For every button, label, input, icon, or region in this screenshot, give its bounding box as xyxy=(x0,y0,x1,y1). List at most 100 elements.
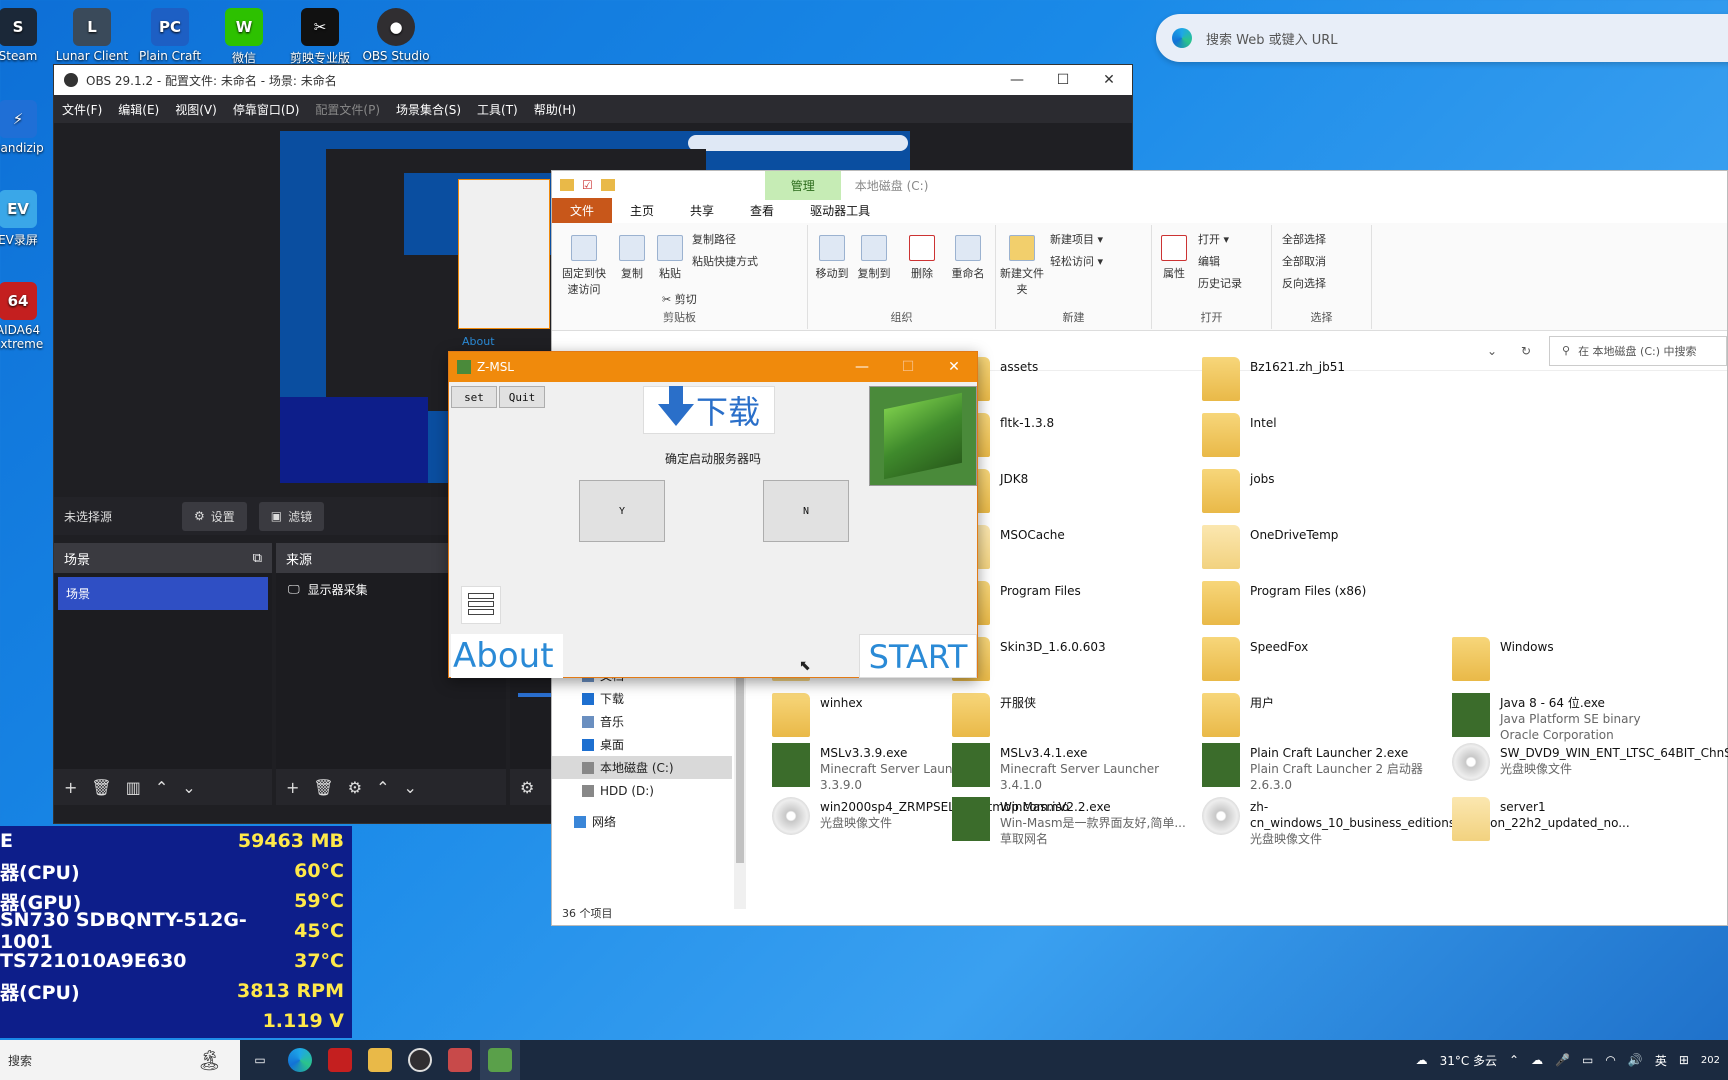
file-item[interactable]: server1 xyxy=(1452,797,1702,849)
desktop-icon-wechat[interactable]: W 微信 xyxy=(206,8,282,66)
history-button[interactable]: 历史记录 xyxy=(1198,275,1242,291)
paste-shortcut-button[interactable]: 粘贴快捷方式 xyxy=(692,253,758,269)
desktop-icon-ev[interactable]: EV EV录屏 xyxy=(0,190,56,248)
copy-button[interactable]: 复制 xyxy=(614,235,650,281)
file-item[interactable]: SpeedFox xyxy=(1202,637,1452,689)
desktop-icon-plain-craft[interactable]: PC Plain Craft xyxy=(132,8,208,63)
nav-item-downloads[interactable]: 下载 xyxy=(552,687,732,710)
set-button[interactable]: set xyxy=(451,386,497,408)
close-icon[interactable]: ✕ xyxy=(931,359,977,375)
desktop-icon-lunar-client[interactable]: L Lunar Client xyxy=(54,8,130,63)
filters-button[interactable]: ▣ 滤镜 xyxy=(258,501,325,531)
file-item[interactable]: zh-cn_windows_10_business_editions_versi… xyxy=(1202,797,1630,849)
settings-button[interactable]: ⚙ 设置 xyxy=(182,501,247,531)
pin-button[interactable]: 固定到快速访问 xyxy=(558,235,610,297)
dock-popout-icon[interactable]: ⧉ xyxy=(253,551,262,566)
menu-edit[interactable]: 编辑(E) xyxy=(118,101,159,118)
menu-profile[interactable]: 配置文件(P) xyxy=(315,101,380,118)
taskbar-explorer[interactable] xyxy=(360,1040,400,1080)
microphone-icon[interactable]: 🎤 xyxy=(1555,1053,1570,1067)
maximize-icon[interactable]: ☐ xyxy=(1040,72,1086,88)
file-item[interactable]: Program Files (x86) xyxy=(1202,581,1452,633)
file-item[interactable]: assets xyxy=(952,357,1202,409)
gear-icon[interactable]: ⚙ xyxy=(520,778,534,797)
tab-view[interactable]: 查看 xyxy=(732,198,792,223)
menu-scene-collection[interactable]: 场景集合(S) xyxy=(396,101,461,118)
tab-file[interactable]: 文件 xyxy=(552,198,613,223)
file-item[interactable]: Java 8 - 64 位.exe Java Platform SE binary… xyxy=(1452,693,1702,745)
invert-selection-button[interactable]: 反向选择 xyxy=(1282,275,1326,291)
nav-item-hdd-d[interactable]: HDD (D:) xyxy=(552,779,732,802)
nav-item-music[interactable]: 音乐 xyxy=(552,710,732,733)
volume-icon[interactable]: 🔊 xyxy=(1628,1053,1643,1067)
tab-home[interactable]: 主页 xyxy=(612,198,672,223)
manage-tab[interactable]: 管理 xyxy=(764,170,841,200)
tab-share[interactable]: 共享 xyxy=(672,198,732,223)
file-item[interactable]: Windows xyxy=(1452,637,1702,689)
chevron-down-icon[interactable]: ⌄ xyxy=(403,778,416,797)
menu-tools[interactable]: 工具(T) xyxy=(477,101,518,118)
chevron-down-icon[interactable]: ⌄ xyxy=(182,778,195,797)
wifi-icon[interactable]: ◠ xyxy=(1605,1053,1615,1067)
file-item[interactable]: Bz1621.zh_jb51 xyxy=(1202,357,1452,409)
file-item[interactable]: Plain Craft Launcher 2.exe Plain Craft La… xyxy=(1202,743,1452,795)
select-all-button[interactable]: 全部选择 xyxy=(1282,231,1326,247)
properties-button[interactable]: 属性 xyxy=(1156,235,1192,281)
refresh-icon[interactable]: ↻ xyxy=(1521,344,1531,358)
taskbar-zmsl[interactable] xyxy=(480,1040,520,1080)
maximize-icon[interactable]: ☐ xyxy=(885,359,931,375)
file-item[interactable]: JDK8 xyxy=(952,469,1202,521)
file-item[interactable]: MSLv3.4.1.exe Minecraft Server Launcher 3… xyxy=(952,743,1202,795)
filter-icon[interactable]: ▥ xyxy=(126,778,141,797)
taskbar-obs[interactable] xyxy=(400,1040,440,1080)
file-item[interactable]: Skin3D_1.6.0.603 xyxy=(952,637,1202,689)
file-item[interactable]: jobs xyxy=(1202,469,1452,521)
quit-button[interactable]: Quit xyxy=(499,386,545,408)
rename-button[interactable]: 重命名 xyxy=(946,235,990,281)
file-item[interactable]: 用户 xyxy=(1202,693,1452,745)
taskbar-search[interactable]: 搜索 🏝 xyxy=(0,1040,240,1080)
start-button[interactable]: START xyxy=(859,634,977,678)
copy-path-button[interactable]: 复制路径 xyxy=(692,231,736,247)
menu-help[interactable]: 帮助(H) xyxy=(534,101,576,118)
chevron-down-icon[interactable]: ⌄ xyxy=(1487,344,1497,358)
yes-button[interactable]: Y xyxy=(579,480,665,542)
open-button[interactable]: 打开 ▾ xyxy=(1198,231,1229,247)
menu-file[interactable]: 文件(F) xyxy=(62,101,102,118)
taskbar-app[interactable] xyxy=(440,1040,480,1080)
copy-to-button[interactable]: 复制到 xyxy=(854,235,894,281)
file-item[interactable]: MSOCache xyxy=(952,525,1202,577)
nav-item-local-disk-c[interactable]: 本地磁盘 (C:) xyxy=(552,756,732,779)
input-language[interactable]: 英 xyxy=(1655,1052,1667,1069)
paste-button[interactable]: 粘贴 xyxy=(652,235,688,281)
minimize-icon[interactable]: — xyxy=(839,359,885,375)
about-button[interactable]: About xyxy=(451,634,563,678)
weather-text[interactable]: 31°C 多云 xyxy=(1440,1052,1497,1069)
close-icon[interactable]: ✕ xyxy=(1086,72,1132,88)
easy-access-button[interactable]: 轻松访问 ▾ xyxy=(1050,253,1103,269)
clock[interactable]: 202 xyxy=(1701,1055,1720,1066)
chevron-up-icon[interactable]: ⌃ xyxy=(155,778,168,797)
no-button[interactable]: N xyxy=(763,480,849,542)
file-item[interactable]: SW_DVD9_WIN_ENT_LTSC_64BIT_ChnSimp_MLF_X… xyxy=(1452,743,1728,795)
edit-button[interactable]: 编辑 xyxy=(1198,253,1220,269)
battery-icon[interactable]: ▭ xyxy=(1582,1053,1593,1067)
desktop-icon-obs[interactable]: ● OBS Studio xyxy=(358,8,434,63)
browser-address-bar[interactable]: 搜索 Web 或键入 URL xyxy=(1156,14,1728,62)
chevron-up-icon[interactable]: ⌃ xyxy=(1509,1053,1519,1067)
desktop-icon-aida64[interactable]: 64 AIDA64 Extreme xyxy=(0,282,56,351)
taskbar-edge[interactable] xyxy=(280,1040,320,1080)
cut-button[interactable]: ✂ 剪切 xyxy=(662,291,697,307)
file-item[interactable]: Intel xyxy=(1202,413,1452,465)
add-icon[interactable]: + xyxy=(286,778,299,797)
desktop-icon-steam[interactable]: S Steam xyxy=(0,8,56,63)
menu-docks[interactable]: 停靠窗口(D) xyxy=(233,101,300,118)
list-icon[interactable] xyxy=(461,586,501,624)
chevron-up-icon[interactable]: ⌃ xyxy=(376,778,389,797)
scene-item[interactable]: 场景 xyxy=(58,577,268,610)
file-item[interactable]: 开服侠 xyxy=(952,693,1202,745)
select-none-button[interactable]: 全部取消 xyxy=(1282,253,1326,269)
add-icon[interactable]: + xyxy=(64,778,77,797)
task-view-button[interactable]: ▭ xyxy=(240,1040,280,1080)
file-item[interactable]: OneDriveTemp xyxy=(1202,525,1452,577)
